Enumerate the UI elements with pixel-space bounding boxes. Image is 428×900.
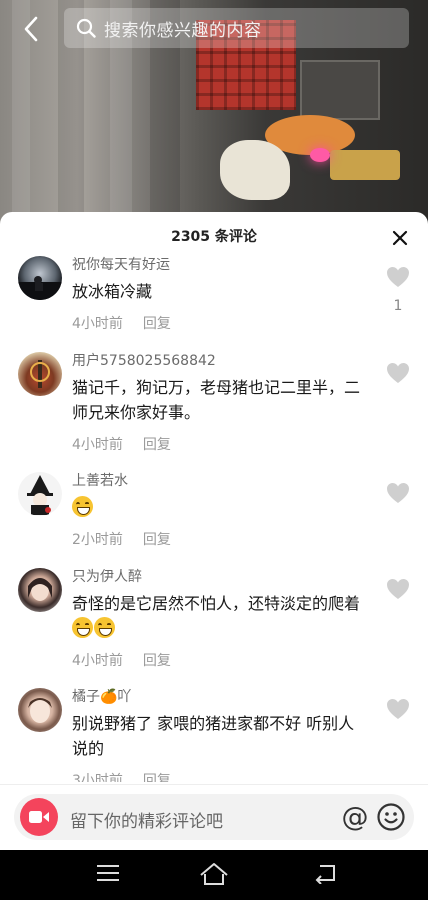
avatar[interactable] [18, 568, 62, 612]
comment-meta: 3小时前 回复 [72, 770, 368, 782]
reply-button[interactable]: 回复 [143, 650, 171, 670]
comment-text [72, 495, 368, 520]
avatar[interactable] [18, 688, 62, 732]
reply-button[interactable]: 回复 [143, 770, 171, 782]
comment-item: 上善若水 2小时前 回复 [0, 472, 428, 568]
home-icon [200, 863, 228, 885]
comment-meta: 2小时前 回复 [72, 529, 368, 549]
back-button[interactable] [16, 12, 46, 46]
like-button[interactable] [386, 578, 410, 604]
comment-input-bar: 留下你的精彩评论吧 @ [0, 784, 428, 850]
reply-button[interactable]: 回复 [143, 313, 171, 333]
comment-item: 祝你每天有好运 放冰箱冷藏 4小时前 回复 1 [0, 256, 428, 352]
comment-time: 4小时前 [72, 437, 123, 453]
laugh-emoji-icon [72, 496, 93, 517]
laugh-emoji-icon [72, 617, 93, 638]
search-icon [76, 18, 96, 38]
laugh-emoji-icon [94, 617, 115, 638]
heart-icon [387, 267, 409, 287]
comment-meta: 4小时前 回复 [72, 434, 368, 454]
comment-item: 橘子🍊吖 别说野猪了 家喂的猪进家都不好 听别人说的 3小时前 回复 [0, 688, 428, 782]
video-background: 搜索你感兴趣的内容 [0, 0, 428, 240]
mention-button[interactable]: @ [340, 801, 370, 833]
at-icon: @ [341, 801, 369, 833]
pan [330, 150, 400, 180]
avatar[interactable] [18, 472, 62, 516]
comment-list[interactable]: 祝你每天有好运 放冰箱冷藏 4小时前 回复 1 用户5758025568842 … [0, 256, 428, 782]
menu-button[interactable] [95, 862, 125, 888]
like-button[interactable] [386, 362, 410, 388]
home-button[interactable] [199, 862, 229, 888]
comment-sheet: 2305 条评论 祝你每天有好运 放冰箱冷藏 4小时前 回复 1 用户57580… [0, 212, 428, 850]
close-button[interactable] [392, 230, 408, 246]
emoji-button[interactable] [376, 802, 406, 832]
comment-username[interactable]: 橘子🍊吖 [72, 688, 368, 706]
like-button[interactable] [386, 482, 410, 508]
comment-text: 猫记千，狗记万，老母猪也记二里半，二师兄来你家好事。 [72, 378, 361, 422]
back-nav-button[interactable] [312, 862, 342, 888]
pink-light [310, 148, 330, 162]
storage-bin [300, 60, 380, 120]
avatar[interactable] [18, 352, 62, 396]
close-icon [392, 230, 408, 246]
chevron-left-icon [24, 16, 38, 42]
avatar[interactable] [18, 256, 62, 300]
reply-button[interactable]: 回复 [143, 434, 171, 454]
menu-icon [97, 865, 119, 881]
like-button[interactable]: 1 [386, 266, 410, 314]
video-comment-button[interactable] [20, 798, 58, 836]
comment-meta: 4小时前 回复 [72, 650, 368, 670]
comment-input-placeholder: 留下你的精彩评论吧 [70, 812, 223, 832]
search-placeholder: 搜索你感兴趣的内容 [104, 20, 262, 41]
comment-text: 奇怪的是它居然不怕人，还特淡定的爬着 [72, 591, 368, 641]
comment-text: 放冰箱冷藏 [72, 282, 153, 301]
heart-icon [387, 483, 409, 503]
white-cloth [220, 140, 290, 200]
comment-item: 用户5758025568842 猫记千，狗记万，老母猪也记二里半，二师兄来你家好… [0, 352, 428, 472]
comment-meta: 4小时前 回复 [72, 313, 368, 333]
comment-username[interactable]: 上善若水 [72, 472, 368, 490]
system-nav-bar [0, 850, 428, 900]
like-count: 1 [393, 298, 403, 314]
video-camera-icon [29, 811, 49, 823]
return-icon [315, 865, 335, 885]
comment-count: 2305 条评论 [171, 229, 257, 245]
search-input[interactable]: 搜索你感兴趣的内容 [64, 8, 409, 48]
reply-button[interactable]: 回复 [143, 529, 171, 549]
comment-time: 2小时前 [72, 532, 123, 548]
heart-icon [387, 579, 409, 599]
comment-sheet-header: 2305 条评论 [0, 212, 428, 258]
comment-username[interactable]: 用户5758025568842 [72, 352, 368, 370]
comment-item: 只为伊人醉 奇怪的是它居然不怕人，还特淡定的爬着 4小时前 回复 [0, 568, 428, 688]
heart-icon [387, 699, 409, 719]
comment-input[interactable]: 留下你的精彩评论吧 @ [14, 794, 414, 840]
comment-text: 别说野猪了 家喂的猪进家都不好 听别人说的 [72, 714, 355, 758]
comment-username[interactable]: 祝你每天有好运 [72, 256, 368, 274]
comment-time: 3小时前 [72, 773, 123, 782]
comment-time: 4小时前 [72, 653, 123, 669]
comment-username[interactable]: 只为伊人醉 [72, 568, 368, 586]
like-button[interactable] [386, 698, 410, 724]
heart-icon [387, 363, 409, 383]
comment-time: 4小时前 [72, 316, 123, 332]
smiley-icon [377, 803, 405, 831]
